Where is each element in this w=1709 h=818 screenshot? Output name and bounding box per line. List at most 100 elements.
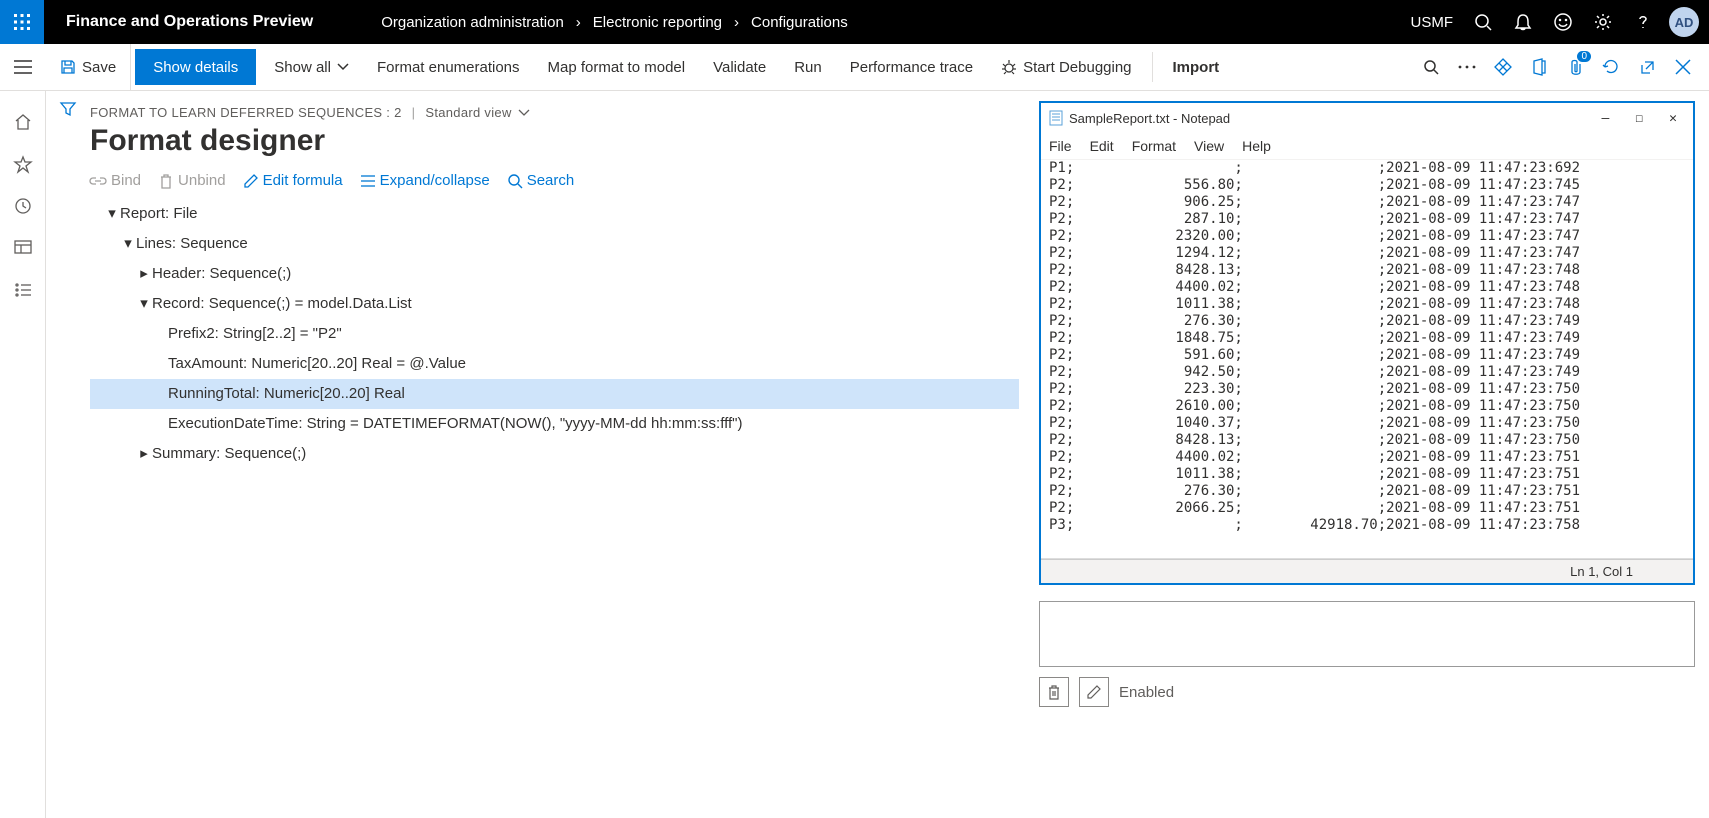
- link-icon: [90, 175, 106, 187]
- breadcrumb-item[interactable]: Configurations: [751, 14, 848, 31]
- validate-button[interactable]: Validate: [699, 44, 780, 91]
- bottom-toolbar: Enabled: [1039, 677, 1695, 707]
- tree-node-record[interactable]: ▾Record: Sequence(;) = model.Data.List: [90, 289, 1019, 319]
- tree-node-header[interactable]: ▸Header: Sequence(;): [90, 259, 1019, 289]
- list-icon: [361, 175, 375, 187]
- workspace-icon[interactable]: [0, 227, 46, 269]
- tree-node-runningtotal[interactable]: RunningTotal: Numeric[20..20] Real: [90, 379, 1019, 409]
- chevron-down-icon: [518, 109, 530, 117]
- designer-panel: FORMAT TO LEARN DEFERRED SEQUENCES : 2 |…: [90, 91, 1039, 818]
- more-icon[interactable]: [1449, 47, 1485, 87]
- office-icon[interactable]: [1521, 47, 1557, 87]
- tree-node-summary[interactable]: ▸Summary: Sequence(;): [90, 439, 1019, 469]
- expand-collapse-button[interactable]: Expand/collapse: [361, 172, 490, 189]
- notepad-statusbar: Ln 1, Col 1: [1041, 559, 1693, 583]
- close-icon[interactable]: [1665, 47, 1701, 87]
- close-icon[interactable]: ✕: [1669, 111, 1677, 126]
- menu-edit[interactable]: Edit: [1090, 138, 1114, 154]
- map-format-button[interactable]: Map format to model: [534, 44, 700, 91]
- trash-icon: [159, 173, 173, 189]
- smiley-icon[interactable]: [1543, 0, 1583, 44]
- breadcrumb: Organization administration › Electronic…: [375, 14, 854, 31]
- breadcrumb-item[interactable]: Electronic reporting: [593, 14, 722, 31]
- menu-help[interactable]: Help: [1242, 138, 1271, 154]
- expand-icon[interactable]: ▸: [136, 259, 152, 289]
- filter-icon[interactable]: [60, 101, 76, 818]
- search-button[interactable]: Search: [508, 172, 575, 189]
- page-title: Format designer: [90, 124, 1019, 158]
- format-enumerations-button[interactable]: Format enumerations: [363, 44, 534, 91]
- notepad-window: SampleReport.txt - Notepad — ☐ ✕ File Ed…: [1039, 101, 1695, 585]
- page-crumb: FORMAT TO LEARN DEFERRED SEQUENCES : 2 |…: [90, 105, 1019, 120]
- save-button[interactable]: Save: [46, 44, 131, 91]
- save-icon: [60, 59, 76, 75]
- menu-format[interactable]: Format: [1132, 138, 1176, 154]
- run-button[interactable]: Run: [780, 44, 836, 91]
- enabled-label: Enabled: [1119, 684, 1174, 701]
- search-button[interactable]: [1413, 47, 1449, 87]
- modules-icon[interactable]: [0, 269, 46, 311]
- recent-icon[interactable]: [0, 185, 46, 227]
- nav-toggle[interactable]: [0, 60, 46, 74]
- notepad-titlebar[interactable]: SampleReport.txt - Notepad — ☐ ✕: [1041, 103, 1693, 133]
- debug-icon: [1001, 59, 1017, 75]
- chevron-right-icon: ›: [734, 14, 739, 31]
- attachments-count: 0: [1577, 51, 1591, 62]
- refresh-icon[interactable]: [1593, 47, 1629, 87]
- tree-node-taxamount[interactable]: TaxAmount: Numeric[20..20] Real = @.Valu…: [90, 349, 1019, 379]
- avatar[interactable]: AD: [1669, 7, 1699, 37]
- edit-formula-button[interactable]: Edit formula: [244, 172, 343, 189]
- tree-node-lines[interactable]: ▾Lines: Sequence: [90, 229, 1019, 259]
- main: FORMAT TO LEARN DEFERRED SEQUENCES : 2 |…: [0, 91, 1709, 818]
- formula-textarea[interactable]: [1039, 601, 1695, 667]
- notepad-menu: File Edit Format View Help: [1041, 133, 1693, 159]
- designer-toolbar: Bind Unbind Edit formula Expand/collapse…: [90, 172, 1019, 189]
- home-icon[interactable]: [0, 101, 46, 143]
- popout-icon[interactable]: [1629, 47, 1665, 87]
- edit-button[interactable]: [1079, 677, 1109, 707]
- tree-node-report[interactable]: ▾Report: File: [90, 199, 1019, 229]
- cursor-position: Ln 1, Col 1: [1570, 564, 1633, 579]
- star-icon[interactable]: [0, 143, 46, 185]
- expand-icon[interactable]: ▸: [136, 439, 152, 469]
- menu-file[interactable]: File: [1049, 138, 1072, 154]
- show-details-button[interactable]: Show details: [135, 49, 256, 85]
- maximize-icon[interactable]: ☐: [1635, 111, 1643, 126]
- format-tree: ▾Report: File ▾Lines: Sequence ▸Header: …: [90, 199, 1019, 469]
- notepad-body[interactable]: P1; ; ;2021-08-09 11:47:23:692 P2; 556.8…: [1041, 159, 1693, 559]
- app-title: Finance and Operations Preview: [44, 13, 335, 31]
- bind-button[interactable]: Bind: [90, 172, 141, 189]
- minimize-icon[interactable]: —: [1602, 111, 1610, 126]
- collapse-icon[interactable]: ▾: [136, 289, 152, 319]
- breadcrumb-item[interactable]: Organization administration: [381, 14, 564, 31]
- delete-button[interactable]: [1039, 677, 1069, 707]
- hamburger-icon: [14, 60, 32, 74]
- collapse-icon[interactable]: ▾: [104, 199, 120, 229]
- help-icon[interactable]: [1623, 0, 1663, 44]
- unbind-button[interactable]: Unbind: [159, 172, 226, 189]
- legal-entity[interactable]: USMF: [1411, 14, 1454, 31]
- start-debugging-button[interactable]: Start Debugging: [987, 44, 1145, 91]
- gear-icon[interactable]: [1583, 0, 1623, 44]
- view-picker[interactable]: Standard view: [425, 105, 511, 120]
- left-rail: [0, 91, 46, 818]
- config-name: FORMAT TO LEARN DEFERRED SEQUENCES : 2: [90, 105, 402, 120]
- top-right: USMF AD: [1411, 0, 1709, 44]
- tree-node-prefix2[interactable]: Prefix2: String[2..2] = "P2": [90, 319, 1019, 349]
- import-button[interactable]: Import: [1159, 44, 1234, 91]
- collapse-icon[interactable]: ▾: [120, 229, 136, 259]
- tree-node-executiondatetime[interactable]: ExecutionDateTime: String = DATETIMEFORM…: [90, 409, 1019, 439]
- pencil-icon: [244, 174, 258, 188]
- right-pane: SampleReport.txt - Notepad — ☐ ✕ File Ed…: [1039, 91, 1709, 818]
- filter-column: [46, 91, 90, 818]
- save-label: Save: [82, 59, 116, 76]
- menu-view[interactable]: View: [1194, 138, 1224, 154]
- attachments-button[interactable]: 0: [1557, 47, 1593, 87]
- chevron-right-icon: ›: [576, 14, 581, 31]
- bell-icon[interactable]: [1503, 0, 1543, 44]
- show-all-button[interactable]: Show all: [260, 44, 363, 91]
- diamond-icon[interactable]: [1485, 47, 1521, 87]
- performance-trace-button[interactable]: Performance trace: [836, 44, 987, 91]
- search-icon[interactable]: [1463, 0, 1503, 44]
- app-launcher[interactable]: [0, 0, 44, 44]
